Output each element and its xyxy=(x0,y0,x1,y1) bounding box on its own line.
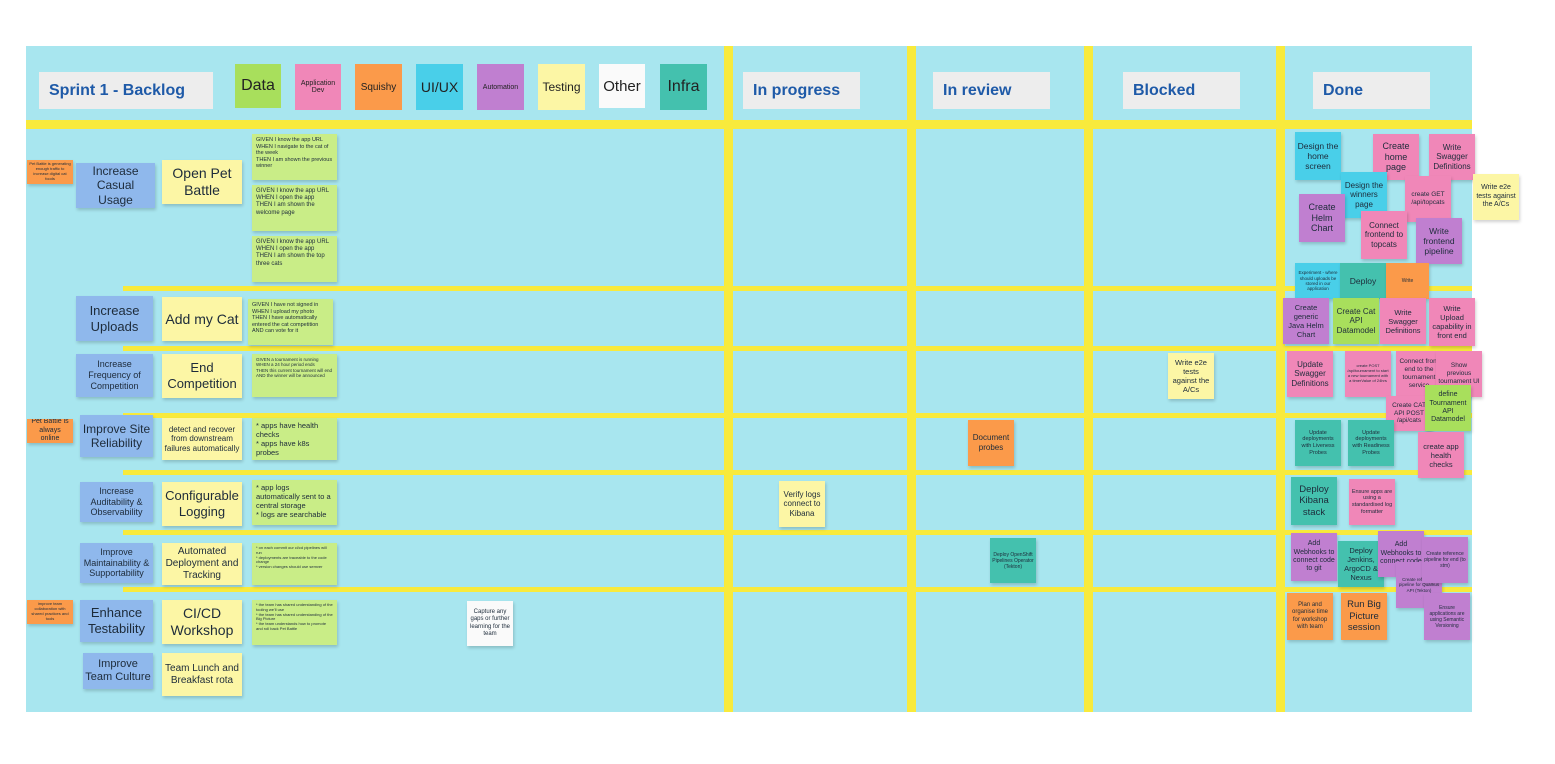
impact-note[interactable]: improve team collaboration with shared p… xyxy=(27,600,73,624)
row-divider xyxy=(123,530,1472,535)
done-card[interactable]: create app health checks xyxy=(1418,432,1464,478)
done-card[interactable]: Deploy Kibana stack xyxy=(1291,477,1337,525)
done-card[interactable]: Update deployments with Readiness Probes xyxy=(1348,420,1394,466)
horizontal-divider xyxy=(26,120,1472,129)
column-header-backlog: Sprint 1 - Backlog xyxy=(39,72,213,109)
acceptance-criteria-card[interactable]: GIVEN I know the app URL WHEN I open the… xyxy=(252,236,337,282)
outcome-card[interactable]: Improve Maintainability & Supportability xyxy=(80,543,153,583)
task-card[interactable]: Verify logs connect to Kibana xyxy=(779,481,825,527)
feature-card[interactable]: Open Pet Battle xyxy=(162,160,242,204)
column-divider xyxy=(1084,46,1093,712)
acceptance-criteria-card[interactable]: GIVEN I know the app URL WHEN I navigate… xyxy=(252,134,337,180)
feature-card[interactable]: CI/CD Workshop xyxy=(162,600,242,644)
done-card[interactable]: Write Swagger Definitions xyxy=(1429,134,1475,180)
column-divider xyxy=(1276,46,1285,712)
done-card[interactable]: Run Big Picture session xyxy=(1341,593,1387,640)
outcome-card[interactable]: Improve Site Reliability xyxy=(80,415,153,457)
outcome-card[interactable]: Enhance Testability xyxy=(80,600,153,642)
acceptance-criteria-card[interactable]: * apps have health checks * apps have k8… xyxy=(252,418,337,460)
done-card[interactable]: Update Swagger Definitions xyxy=(1287,351,1333,397)
outcome-card[interactable]: Improve Team Culture xyxy=(83,653,153,689)
kanban-board xyxy=(26,46,1472,712)
done-card[interactable]: Write Swagger Definitions xyxy=(1380,298,1426,344)
column-header-in-progress: In progress xyxy=(743,72,860,109)
acceptance-criteria-card[interactable]: * the team has shared understanding of t… xyxy=(252,600,337,645)
legend-infra: Infra xyxy=(660,64,707,110)
row-divider xyxy=(123,470,1472,475)
task-card[interactable]: Deploy OpenShift Pipelines Operator (Tek… xyxy=(990,538,1036,583)
task-card[interactable]: Document probes xyxy=(968,420,1014,466)
column-divider xyxy=(724,46,733,712)
acceptance-criteria-card[interactable]: * on each commit our ci/cd pipelines wil… xyxy=(252,543,337,585)
outcome-card[interactable]: Increase Auditability & Observability xyxy=(80,482,153,522)
feature-card[interactable]: Add my Cat xyxy=(162,297,242,341)
task-card[interactable]: Capture any gaps or further learning for… xyxy=(467,601,513,646)
legend-data: Data xyxy=(235,64,281,108)
impact-note[interactable]: Pet Battle is always online xyxy=(27,419,73,443)
legend-automation: Automation xyxy=(477,64,524,110)
done-card[interactable]: Write frontend pipeline xyxy=(1416,218,1462,264)
outcome-card[interactable]: Increase Casual Usage xyxy=(76,163,155,208)
done-card[interactable]: Add Webhooks to connect code to git xyxy=(1291,533,1337,581)
task-card[interactable]: Write e2e tests against the A/Cs xyxy=(1168,353,1214,399)
done-card[interactable]: create GET /api/topcats xyxy=(1405,176,1451,222)
legend-squishy: Squishy xyxy=(355,64,402,110)
done-card[interactable]: Design the home screen xyxy=(1295,132,1341,180)
done-card[interactable]: Deploy xyxy=(1340,263,1386,299)
legend-other: Other xyxy=(599,64,645,108)
acceptance-criteria-card[interactable]: GIVEN I have not signed in WHEN I upload… xyxy=(248,299,333,345)
feature-card[interactable]: detect and recover from downstream failu… xyxy=(162,418,242,460)
done-card[interactable]: Write Upload capability in front end xyxy=(1429,298,1475,346)
acceptance-criteria-card[interactable]: * app logs automatically sent to a centr… xyxy=(252,480,337,525)
done-card[interactable]: Create Helm Chart xyxy=(1299,194,1345,242)
impact-note[interactable]: Pet Battle is generating enough traffic … xyxy=(27,160,73,184)
done-card[interactable]: Write xyxy=(1386,263,1429,299)
done-card[interactable]: Create reference pipeline for end (to st… xyxy=(1422,537,1468,583)
acceptance-criteria-card[interactable]: GIVEN I know the app URL WHEN I open the… xyxy=(252,185,337,231)
done-card[interactable]: Experiment - where should uploads be sto… xyxy=(1295,263,1341,299)
done-card[interactable]: create POST /api/tournament to start a n… xyxy=(1345,351,1391,397)
row-divider xyxy=(123,346,1472,351)
done-card[interactable]: Update deployments with Liveness Probes xyxy=(1295,420,1341,466)
legend-testing: Testing xyxy=(538,64,585,110)
row-divider xyxy=(123,286,1472,291)
column-header-in-review: In review xyxy=(933,72,1050,109)
feature-card[interactable]: End Competition xyxy=(162,354,242,398)
done-card[interactable]: Create generic Java Helm Chart xyxy=(1283,298,1329,344)
outcome-card[interactable]: Increase Frequency of Competition xyxy=(76,354,153,397)
done-card[interactable]: Plan and organise time for workshop with… xyxy=(1287,593,1333,640)
column-divider xyxy=(907,46,916,712)
done-card[interactable]: Create Cat API Datamodel xyxy=(1333,298,1379,344)
legend-application-dev: Application Dev xyxy=(295,64,341,110)
done-card[interactable]: Ensure apps are using a standardised log… xyxy=(1349,479,1395,525)
outcome-card[interactable]: Increase Uploads xyxy=(76,296,153,341)
column-header-blocked: Blocked xyxy=(1123,72,1240,109)
feature-card[interactable]: Configurable Logging xyxy=(162,482,242,526)
done-card[interactable]: Write e2e tests against the A/Cs xyxy=(1473,174,1519,220)
done-card[interactable]: Connect frontend to topcats xyxy=(1361,211,1407,259)
column-header-done: Done xyxy=(1313,72,1430,109)
feature-card[interactable]: Team Lunch and Breakfast rota xyxy=(162,653,242,696)
done-card[interactable]: define Tournament API Datamodel xyxy=(1425,385,1471,431)
legend-uiux: UI/UX xyxy=(416,64,463,110)
feature-card[interactable]: Automated Deployment and Tracking xyxy=(162,543,242,585)
acceptance-criteria-card[interactable]: GIVEN a tournament is running WHEN a 24 … xyxy=(252,354,337,397)
row-divider xyxy=(123,587,1472,592)
done-card[interactable]: Ensure applications are using Semantic V… xyxy=(1424,593,1470,640)
